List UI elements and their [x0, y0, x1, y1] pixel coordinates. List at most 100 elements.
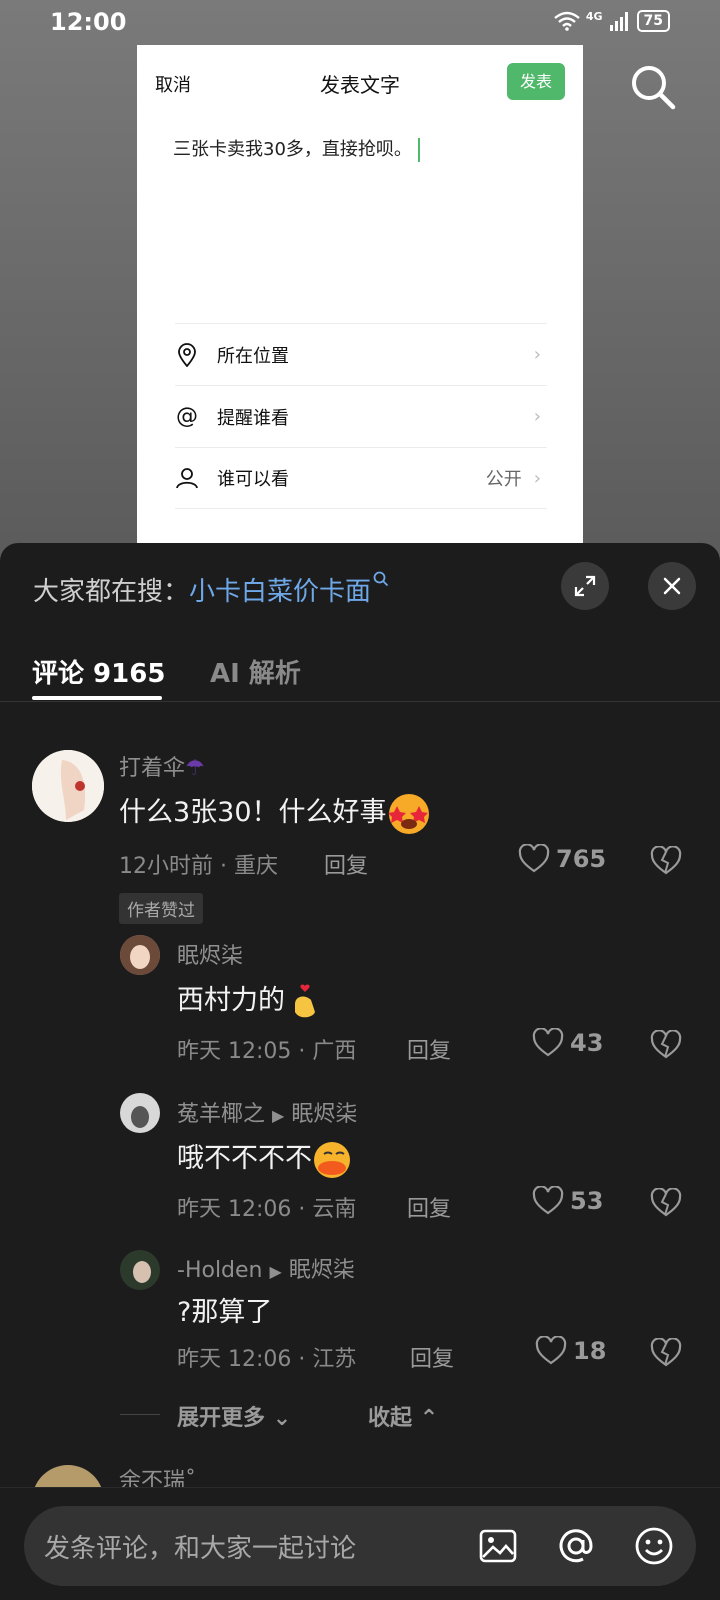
star-struck-emoji-icon — [387, 793, 429, 834]
reply-button[interactable]: 回复 — [407, 1191, 451, 1223]
dislike-button[interactable] — [650, 1337, 682, 1372]
heart-icon — [518, 844, 550, 873]
heart-icon — [532, 1028, 564, 1057]
post-text-input[interactable]: 三张卡卖我30多，直接抢呗。 — [173, 135, 420, 162]
avatar[interactable] — [32, 750, 104, 822]
wifi-icon — [554, 11, 580, 31]
at-icon: @ — [176, 404, 198, 429]
publish-button[interactable]: 发表 — [507, 63, 565, 100]
location-pin-icon — [175, 342, 199, 367]
umbrella-icon: ☂ — [185, 756, 205, 781]
like-count: 765 — [556, 845, 607, 873]
chevron-right-icon: › — [533, 344, 541, 365]
reply-button[interactable]: 回复 — [324, 848, 368, 880]
reply-arrow-icon: ▶ — [269, 1262, 282, 1281]
like-button[interactable]: 53 — [532, 1186, 603, 1216]
duck-emoji-icon — [314, 1141, 350, 1178]
status-icons: 4G 75 — [554, 10, 670, 32]
like-button[interactable]: 765 — [518, 844, 606, 874]
avatar[interactable] — [120, 1250, 160, 1290]
comment-text-content: 什么3张30！什么好事 — [119, 797, 387, 828]
hot-search-keyword[interactable]: 小卡白菜价卡面 — [189, 577, 371, 607]
search-icon[interactable] — [630, 64, 676, 114]
comment-tabs: 评论 9165 AI 解析 — [0, 633, 720, 702]
reply-to-username: 眠烬柒 — [291, 1102, 358, 1127]
battery-indicator: 75 — [636, 10, 670, 32]
username-text: -Holden — [177, 1258, 263, 1283]
reply-arrow-icon: ▶ — [272, 1106, 285, 1125]
dislike-button[interactable] — [650, 1187, 682, 1222]
row-visibility[interactable]: 谁可以看 公开 › — [175, 447, 547, 509]
tab-underline — [32, 696, 162, 700]
reply-username[interactable]: 眠烬柒 — [177, 938, 243, 970]
chevron-right-icon: › — [533, 467, 541, 489]
chevron-up-icon: ⌃ — [419, 1406, 439, 1431]
author-liked-badge: 作者赞过 — [119, 893, 203, 924]
post-text: 三张卡卖我30多，直接抢呗。 — [173, 139, 412, 160]
username-text: 打着伞 — [119, 756, 186, 781]
close-icon[interactable] — [648, 562, 696, 610]
comment-username[interactable]: 打着伞☂ — [119, 750, 205, 782]
row-label: 所在位置 — [217, 345, 289, 367]
row-label: 提醒谁看 — [217, 407, 289, 429]
like-button[interactable]: 43 — [532, 1028, 603, 1058]
divider — [120, 1414, 160, 1415]
row-value: 公开 — [485, 469, 522, 490]
like-count: 53 — [570, 1187, 604, 1215]
chevron-down-icon: ⌄ — [272, 1406, 292, 1431]
dislike-button[interactable] — [650, 845, 682, 880]
reply-meta: 昨天 12:06 · 云南 — [177, 1197, 357, 1222]
heart-icon — [535, 1336, 567, 1365]
like-count: 43 — [570, 1029, 604, 1057]
reply-text-content: 哦不不不不 — [177, 1143, 312, 1174]
text-caret — [417, 138, 420, 162]
reply-to-username: 眠烬柒 — [288, 1258, 355, 1283]
reply-meta: 昨天 12:06 · 江苏 — [177, 1347, 357, 1372]
mention-at-icon[interactable] — [556, 1526, 596, 1566]
chevron-right-icon: › — [533, 406, 541, 427]
reply-text: 西村力的 — [177, 978, 325, 1022]
row-mention[interactable]: @ 提醒谁看 › — [175, 385, 547, 447]
reply-button[interactable]: 回复 — [407, 1033, 451, 1065]
tab-comments[interactable]: 评论 9165 — [32, 653, 165, 690]
comment-meta: 12小时前 · 重庆 — [119, 854, 278, 879]
row-location[interactable]: 所在位置 › — [175, 323, 547, 385]
username-text: 菟羊椰之 — [177, 1102, 266, 1127]
reply-text: 哦不不不不 — [177, 1136, 354, 1180]
comment-input-bar: 发条评论，和大家一起讨论 — [0, 1487, 720, 1600]
search-small-icon — [373, 571, 389, 587]
avatar[interactable] — [120, 935, 160, 975]
image-icon[interactable] — [478, 1526, 518, 1566]
expand-more-button[interactable]: 展开更多 ⌄ — [177, 1400, 291, 1432]
comment-input[interactable]: 发条评论，和大家一起讨论 — [24, 1506, 696, 1586]
reply-meta: 昨天 12:05 · 广西 — [177, 1039, 357, 1064]
reply-username[interactable]: -Holden ▶ 眠烬柒 — [177, 1252, 355, 1284]
finger-heart-emoji-icon — [295, 984, 315, 1017]
status-time: 12:00 — [50, 8, 127, 36]
reply-text: ?那算了 — [177, 1297, 273, 1328]
row-label: 谁可以看 — [217, 469, 289, 490]
comment-placeholder: 发条评论，和大家一起讨论 — [44, 1534, 357, 1564]
comment-sheet: 大家都在搜：小卡白菜价卡面 评论 9165 AI 解析 — [0, 543, 720, 1600]
tab-ai-analysis[interactable]: AI 解析 — [210, 653, 301, 690]
broken-heart-icon — [650, 1029, 682, 1059]
broken-heart-icon — [650, 845, 682, 875]
status-bar: 12:00 4G 75 — [0, 0, 720, 44]
expand-icon[interactable] — [561, 562, 609, 610]
reply-button[interactable]: 回复 — [410, 1341, 454, 1373]
post-editor-card: 取消 发表文字 发表 三张卡卖我30多，直接抢呗。 所在位置 › @ 提醒谁看 … — [137, 45, 583, 565]
person-icon — [175, 466, 199, 490]
like-button[interactable]: 18 — [535, 1336, 606, 1366]
like-count: 18 — [573, 1337, 607, 1365]
emoji-icon[interactable] — [634, 1526, 674, 1566]
signal-icon — [609, 12, 628, 31]
broken-heart-icon — [650, 1187, 682, 1217]
dislike-button[interactable] — [650, 1029, 682, 1064]
network-type: 4G — [585, 9, 603, 23]
comment-text: 什么3张30！什么好事 — [119, 790, 431, 836]
reply-username[interactable]: 菟羊椰之 ▶ 眠烬柒 — [177, 1096, 357, 1128]
avatar[interactable] — [120, 1093, 160, 1133]
hot-search-bar[interactable]: 大家都在搜：小卡白菜价卡面 — [33, 571, 389, 608]
collapse-button[interactable]: 收起 ⌃ — [368, 1400, 438, 1432]
expand-more-label: 展开更多 — [177, 1406, 266, 1431]
